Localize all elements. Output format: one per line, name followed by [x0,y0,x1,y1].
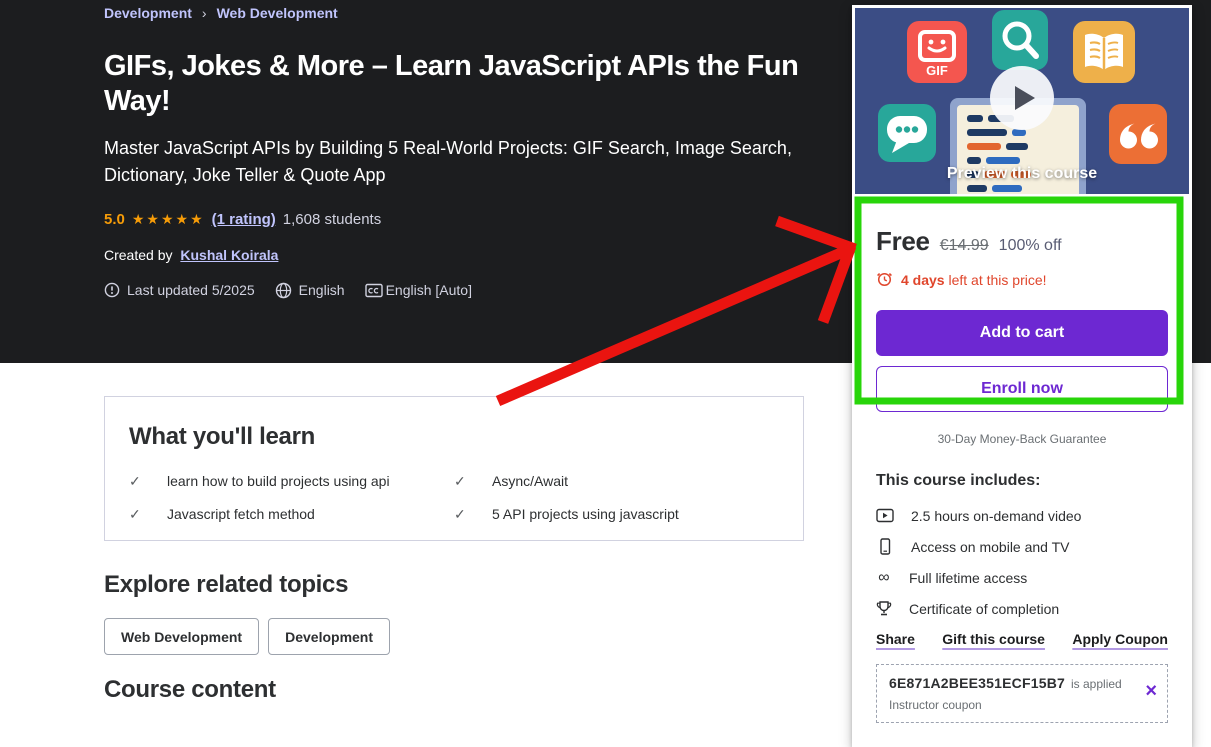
course-content-heading: Course content [104,676,276,704]
discount-percent: 100% off [999,237,1062,255]
coupon-source: Instructor coupon [889,698,1133,712]
what-youll-learn-box: What you'll learn ✓ learn how to build p… [104,396,804,541]
days-left: 4 days [901,272,945,288]
learn-item-label: Async/Await [492,473,568,490]
svg-text:GIF: GIF [926,63,948,78]
price-row: Free €14.99 100% off [876,226,1168,257]
includes-item: Certificate of completion [876,600,1168,617]
course-subtitle: Master JavaScript APIs by Building 5 Rea… [104,135,794,189]
rating-count-link[interactable]: (1 rating) [212,211,276,228]
apply-coupon-link[interactable]: Apply Coupon [1072,631,1168,647]
created-by-label: Created by [104,247,172,263]
instructor-link[interactable]: Kushal Koirala [180,247,278,263]
video-play-icon [876,508,894,523]
includes-label: Access on mobile and TV [911,539,1070,555]
topic-button-development[interactable]: Development [268,618,390,655]
gift-course-link[interactable]: Gift this course [942,631,1045,647]
course-preview-video[interactable]: GIF [855,8,1189,194]
breadcrumb-separator-icon: › [202,5,207,21]
globe-icon [275,282,292,299]
course-includes-title: This course includes: [876,472,1168,490]
learn-item: ✓ learn how to build projects using api [129,473,454,490]
book-icon [1073,21,1135,83]
course-meta-row: Last updated 5/2025 English English [Aut… [104,282,809,299]
mobile-icon [876,538,894,555]
current-price: Free [876,226,930,257]
learn-item: ✓ Javascript fetch method [129,506,454,523]
applied-coupon-box: 6E871A2BEE351ECF15B7 is applied Instruct… [876,664,1168,723]
course-language: English [299,282,345,298]
urgency-text: left at this price! [948,272,1046,288]
chat-icon [878,104,936,162]
related-topics-title: Explore related topics [104,571,390,599]
includes-item: ∞ Full lifetime access [876,569,1168,586]
alarm-clock-icon [876,270,893,290]
infinity-icon: ∞ [876,570,892,586]
sale-urgency-row: 4 days left at this price! [876,270,1168,290]
learn-item: ✓ 5 API projects using javascript [454,506,779,523]
what-youll-learn-title: What you'll learn [129,423,779,451]
learn-item-label: learn how to build projects using api [167,473,390,490]
share-link[interactable]: Share [876,631,915,647]
check-icon: ✓ [454,506,468,523]
last-updated-text: Last updated 5/2025 [127,282,255,298]
created-by-row: Created by Kushal Koirala [104,247,809,263]
gif-icon: GIF [907,21,967,83]
topic-button-web-development[interactable]: Web Development [104,618,259,655]
rating-value: 5.0 [104,211,125,228]
play-button-icon[interactable] [990,66,1054,130]
add-to-cart-button[interactable]: Add to cart [876,310,1168,356]
includes-label: Certificate of completion [909,601,1059,617]
close-icon[interactable]: × [1145,681,1157,701]
quote-icon [1109,104,1167,164]
coupon-applied-text: is applied [1071,677,1122,691]
trophy-icon [876,600,892,617]
purchase-sidebar: GIF [852,5,1192,747]
rating-row: 5.0 ★★★★★ (1 rating) 1,608 students [104,211,809,228]
includes-label: Full lifetime access [909,570,1027,586]
alert-icon [104,282,120,298]
course-title: GIFs, Jokes & More – Learn JavaScript AP… [104,49,804,120]
preview-course-label[interactable]: Preview this course [855,165,1189,183]
sidebar-links-row: Share Gift this course Apply Coupon [876,631,1168,647]
explore-related-topics: Explore related topics Web Development D… [104,571,390,655]
check-icon: ✓ [129,473,143,490]
includes-item: Access on mobile and TV [876,538,1168,555]
includes-label: 2.5 hours on-demand video [911,508,1081,524]
learn-item-label: Javascript fetch method [167,506,315,523]
includes-item: 2.5 hours on-demand video [876,507,1168,524]
check-icon: ✓ [454,473,468,490]
coupon-code: 6E871A2BEE351ECF15B7 [889,675,1065,691]
star-rating-icon: ★★★★★ [132,211,205,228]
enroll-now-button[interactable]: Enroll now [876,366,1168,412]
learn-item: ✓ Async/Await [454,473,779,490]
breadcrumb-development[interactable]: Development [104,5,192,21]
breadcrumb: Development › Web Development [104,5,809,21]
money-back-guarantee: 30-Day Money-Back Guarantee [876,432,1168,446]
students-count: 1,608 students [283,211,381,228]
course-captions: English [Auto] [386,282,472,298]
breadcrumb-web-development[interactable]: Web Development [217,5,338,21]
closed-caption-icon [365,283,383,298]
check-icon: ✓ [129,506,143,523]
original-price: €14.99 [940,237,989,255]
learn-item-label: 5 API projects using javascript [492,506,679,523]
search-icon [992,10,1048,70]
